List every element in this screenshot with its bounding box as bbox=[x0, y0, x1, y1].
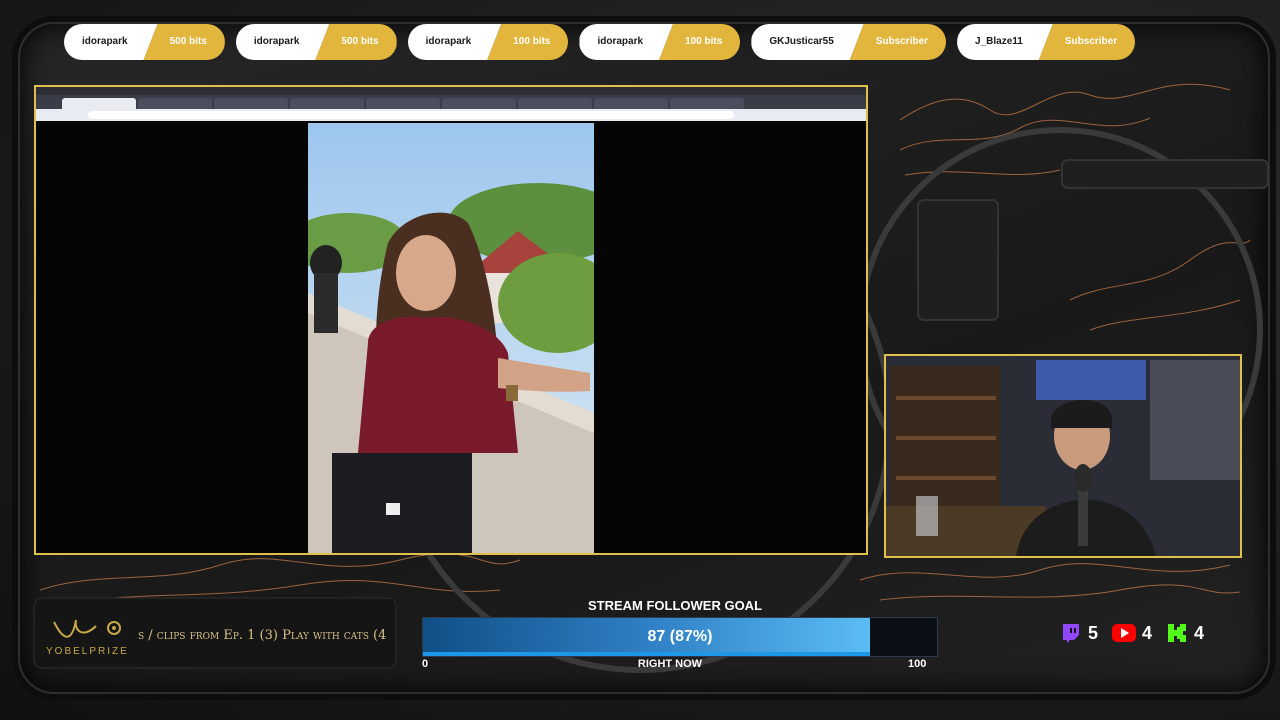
browser-tab[interactable] bbox=[670, 98, 744, 109]
event-alert: J_Blaze11 Subscriber bbox=[957, 24, 1136, 60]
kick-icon bbox=[1168, 624, 1187, 642]
event-username: GKJusticar55 bbox=[751, 24, 863, 60]
goal-value: 87 (87%) bbox=[647, 628, 713, 645]
goal-max-label: 100 bbox=[908, 658, 927, 670]
clips-ticker: s / clips from Ep. 1 (3) Play with cats … bbox=[138, 628, 387, 643]
browser-menubar bbox=[36, 87, 866, 95]
address-bar[interactable] bbox=[88, 111, 734, 119]
webcam-image bbox=[886, 356, 1240, 556]
browser-tab[interactable] bbox=[290, 98, 364, 109]
browser-tabstrip bbox=[36, 95, 866, 109]
recent-events-bar: idorapark 500 bits idorapark 500 bits id… bbox=[64, 24, 1136, 60]
displayed-photo bbox=[308, 123, 594, 553]
youtube-icon bbox=[1112, 624, 1137, 642]
event-alert: idorapark 100 bits bbox=[579, 24, 741, 60]
browser-tab[interactable] bbox=[138, 98, 212, 109]
browser-tab[interactable] bbox=[366, 98, 440, 109]
webcam-feed bbox=[884, 354, 1242, 558]
goal-title: STREAM FOLLOWER GOAL bbox=[587, 598, 763, 613]
event-alert: idorapark 500 bits bbox=[64, 24, 225, 60]
event-amount: 500 bits bbox=[315, 24, 397, 60]
kick-counter: 4 bbox=[1166, 622, 1204, 644]
event-username: idorapark bbox=[236, 24, 330, 60]
kick-count: 4 bbox=[1194, 622, 1205, 643]
event-amount: 500 bits bbox=[143, 24, 225, 60]
browser-tab[interactable] bbox=[594, 98, 668, 109]
social-counters: 5 4 4 bbox=[1060, 622, 1204, 644]
twitch-icon bbox=[1063, 624, 1079, 643]
youtube-count: 4 bbox=[1142, 622, 1153, 643]
event-amount: 100 bits bbox=[659, 24, 741, 60]
browser-tab[interactable] bbox=[518, 98, 592, 109]
event-alert: idorapark 500 bits bbox=[236, 24, 397, 60]
logo-wordmark: YOBELPRIZE bbox=[46, 646, 129, 657]
goal-min-label: 0 bbox=[422, 658, 429, 670]
event-alert: idorapark 100 bits bbox=[408, 24, 569, 60]
browser-tab[interactable] bbox=[442, 98, 516, 109]
event-amount: Subscriber bbox=[849, 24, 947, 60]
browser-tab[interactable] bbox=[214, 98, 288, 109]
youtube-counter: 4 bbox=[1112, 623, 1152, 644]
event-amount: 100 bits bbox=[487, 24, 569, 60]
event-username: idorapark bbox=[64, 24, 158, 60]
browser-toolbar bbox=[36, 109, 866, 121]
twitch-counter: 5 bbox=[1060, 622, 1098, 644]
event-username: idorapark bbox=[408, 24, 502, 60]
twitch-count: 5 bbox=[1088, 622, 1099, 643]
follower-goal-bar: 87 (87%) bbox=[422, 617, 938, 657]
goal-center-label: RIGHT NOW bbox=[637, 658, 703, 670]
screen-capture bbox=[34, 85, 868, 555]
event-alert: GKJusticar55 Subscriber bbox=[751, 24, 947, 60]
browser-tab[interactable] bbox=[62, 98, 136, 109]
event-username: J_Blaze11 bbox=[957, 24, 1053, 60]
event-amount: Subscriber bbox=[1038, 24, 1136, 60]
event-username: idorapark bbox=[579, 24, 673, 60]
